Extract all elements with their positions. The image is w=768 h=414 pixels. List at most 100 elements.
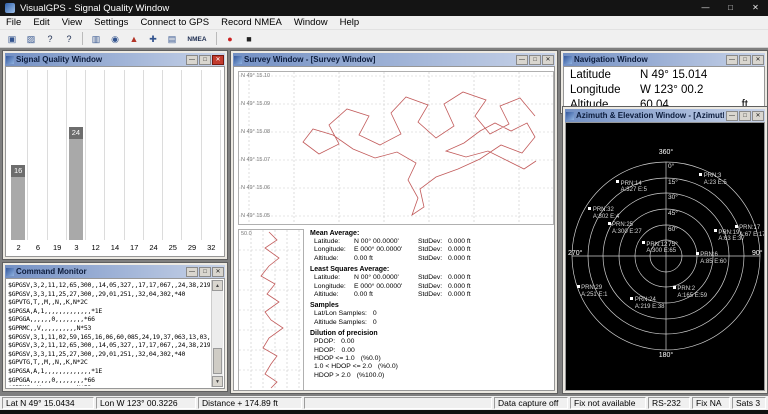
status-segment: Distance + 174.89 ft bbox=[198, 397, 302, 409]
context-help-button[interactable]: ? bbox=[60, 31, 78, 47]
nav-label: Longitude bbox=[570, 84, 640, 96]
window-icon bbox=[6, 56, 14, 64]
close-button[interactable]: ✕ bbox=[752, 111, 764, 121]
stats-label: Latitude: bbox=[314, 274, 354, 282]
close-button[interactable]: ✕ bbox=[212, 267, 224, 277]
close-button[interactable]: ✕ bbox=[752, 55, 764, 65]
menu-item-file[interactable]: File bbox=[0, 17, 27, 28]
stop-button[interactable]: ■ bbox=[240, 31, 258, 47]
survey-window-button[interactable]: ✚ bbox=[144, 31, 162, 47]
status-bar: Lat N 49° 15.0434Lon W 123° 00.3226Dista… bbox=[0, 396, 768, 410]
navigation-titlebar[interactable]: Navigation Window — □ ✕ bbox=[563, 53, 765, 66]
new-window-button[interactable]: ▣ bbox=[3, 31, 21, 47]
signal-quality-titlebar[interactable]: Signal Quality Window — □ ✕ bbox=[5, 53, 225, 66]
stats-label: Longitude: bbox=[314, 283, 354, 291]
minimize-button[interactable]: — bbox=[693, 0, 718, 16]
satellite-label: PRN:2A:165 E:59 bbox=[677, 286, 707, 299]
nmea-sentence: $GPGSV,3,3,11,25,27,300,,29,01,251,,32,0… bbox=[8, 350, 210, 359]
cascade-windows-button[interactable]: ▨ bbox=[22, 31, 40, 47]
minimize-button[interactable]: — bbox=[516, 55, 528, 65]
nmea-settings-button[interactable]: NMEA bbox=[182, 31, 212, 47]
satellite-azel-text: A:165 E:59 bbox=[677, 293, 707, 300]
satellite-marker-prn-29 bbox=[577, 285, 580, 288]
satellite-marker-prn-25 bbox=[608, 222, 611, 225]
command-monitor-scrollbar[interactable]: ▲ ▼ bbox=[211, 280, 223, 387]
maximize-button[interactable]: □ bbox=[739, 111, 751, 121]
scrollbar-thumb[interactable] bbox=[213, 348, 222, 374]
signal-column-prn-32 bbox=[202, 70, 221, 240]
survey-window: Survey Window - [Survey Window] — □ ✕ N … bbox=[230, 50, 558, 394]
stats-value: N 00° 00.0000' bbox=[354, 274, 418, 282]
latitude-label: N 49° 15.10 bbox=[241, 73, 270, 79]
azimuth-title: Azimuth & Elevation Window - [Azimuth & … bbox=[576, 111, 724, 120]
signal-quality-prn-axis: 2619312141724252932 bbox=[9, 243, 221, 255]
maximize-button[interactable]: □ bbox=[529, 55, 541, 65]
menu-item-window[interactable]: Window bbox=[288, 17, 334, 28]
signal-bar: 16 bbox=[11, 165, 25, 240]
stats-stddev-value: 0.000 ft bbox=[448, 274, 471, 282]
stats-row: Altitude:0.00 ftStdDev:0.000 ft bbox=[310, 291, 486, 299]
status-segment: RS-232 bbox=[648, 397, 690, 409]
menu-item-help[interactable]: Help bbox=[334, 17, 366, 28]
prn-label: 2 bbox=[9, 243, 28, 255]
maximize-button[interactable]: □ bbox=[739, 55, 751, 65]
status-segment: Sats 3 bbox=[732, 397, 766, 409]
maximize-button[interactable]: □ bbox=[718, 0, 743, 16]
azimuth-titlebar[interactable]: Azimuth & Elevation Window - [Azimuth & … bbox=[565, 109, 765, 122]
stats-stddev-value: 0.000 ft bbox=[448, 291, 471, 299]
navigation-window: Navigation Window — □ ✕ LatitudeN 49° 15… bbox=[560, 50, 768, 114]
maximize-button[interactable]: □ bbox=[199, 55, 211, 65]
satellite-marker-prn-24 bbox=[630, 297, 633, 300]
nmea-sentence: $GPVTG,T,,M,,N,,K,N*2C bbox=[8, 298, 210, 307]
navigation-window-button[interactable]: ▲ bbox=[125, 31, 143, 47]
stats-row: PDOP:0.00 bbox=[310, 338, 486, 346]
command-monitor-titlebar[interactable]: Command Monitor — □ ✕ bbox=[5, 265, 225, 278]
record-button[interactable]: ● bbox=[221, 31, 239, 47]
status-segment: Lon W 123° 00.3226 bbox=[96, 397, 196, 409]
satellite-label: PRN:17A:67 E:17 bbox=[739, 225, 765, 238]
command-monitor-button[interactable]: ▤ bbox=[163, 31, 181, 47]
satellite-label: PRN:29A:251 E:1 bbox=[581, 285, 607, 298]
about-button[interactable]: ? bbox=[41, 31, 59, 47]
survey-titlebar[interactable]: Survey Window - [Survey Window] — □ ✕ bbox=[233, 53, 555, 66]
nmea-sentence: $GPGSV,3,2,11,12,65,300,,14,05,327,,17,1… bbox=[8, 341, 210, 350]
stats-section-header: Mean Average: bbox=[310, 230, 486, 237]
status-segment: Fix NA bbox=[692, 397, 730, 409]
satellite-label: PRN:6A:85 E:60 bbox=[700, 252, 726, 265]
stats-section-header: Dilution of precision bbox=[310, 330, 486, 337]
nmea-sentence: $GPRMC,,V,,,,,,,,,,N*53 bbox=[8, 384, 210, 386]
compass-label-top: 360° bbox=[659, 149, 673, 156]
close-button[interactable]: ✕ bbox=[743, 0, 768, 16]
minimize-button[interactable]: — bbox=[726, 111, 738, 121]
menu-item-settings[interactable]: Settings bbox=[88, 17, 134, 28]
stats-label: HDOP: bbox=[314, 347, 336, 355]
minimize-button[interactable]: — bbox=[186, 267, 198, 277]
close-button[interactable]: ✕ bbox=[212, 55, 224, 65]
snr-value: 16 bbox=[11, 165, 25, 177]
signal-quality-window-button[interactable]: ▥ bbox=[87, 31, 105, 47]
command-monitor-title: Command Monitor bbox=[16, 267, 184, 276]
azimuth-elevation-window-button[interactable]: ◉ bbox=[106, 31, 124, 47]
survey-altitude-svg bbox=[239, 230, 303, 390]
compass-label-right: 90° bbox=[752, 250, 763, 257]
menu-item-view[interactable]: View bbox=[56, 17, 88, 28]
stats-stddev-label: StdDev: bbox=[418, 246, 448, 254]
menu-item-record-nmea[interactable]: Record NMEA bbox=[215, 17, 288, 28]
minimize-button[interactable]: — bbox=[726, 55, 738, 65]
stats-label: 1.0 < HDOP <= 2.0 bbox=[314, 363, 372, 371]
satellite-azel-text: A:23 E:5 bbox=[704, 180, 727, 187]
stats-row: Lat/Lon Samples:0 bbox=[310, 310, 486, 318]
prn-label: 25 bbox=[163, 243, 182, 255]
status-segment: Lat N 49° 15.0434 bbox=[2, 397, 94, 409]
menu-item-connect-to-gps[interactable]: Connect to GPS bbox=[134, 17, 215, 28]
close-button[interactable]: ✕ bbox=[542, 55, 554, 65]
maximize-button[interactable]: □ bbox=[199, 267, 211, 277]
stats-stddev-value: 0.000 ft bbox=[448, 246, 471, 254]
minimize-button[interactable]: — bbox=[186, 55, 198, 65]
signal-column-prn-14 bbox=[105, 70, 124, 240]
survey-track-path bbox=[303, 92, 536, 215]
scroll-up-icon[interactable]: ▲ bbox=[212, 280, 223, 291]
scroll-down-icon[interactable]: ▼ bbox=[212, 376, 223, 387]
stats-row: 1.0 < HDOP <= 2.0(%0.0) bbox=[310, 363, 486, 371]
menu-item-edit[interactable]: Edit bbox=[27, 17, 55, 28]
